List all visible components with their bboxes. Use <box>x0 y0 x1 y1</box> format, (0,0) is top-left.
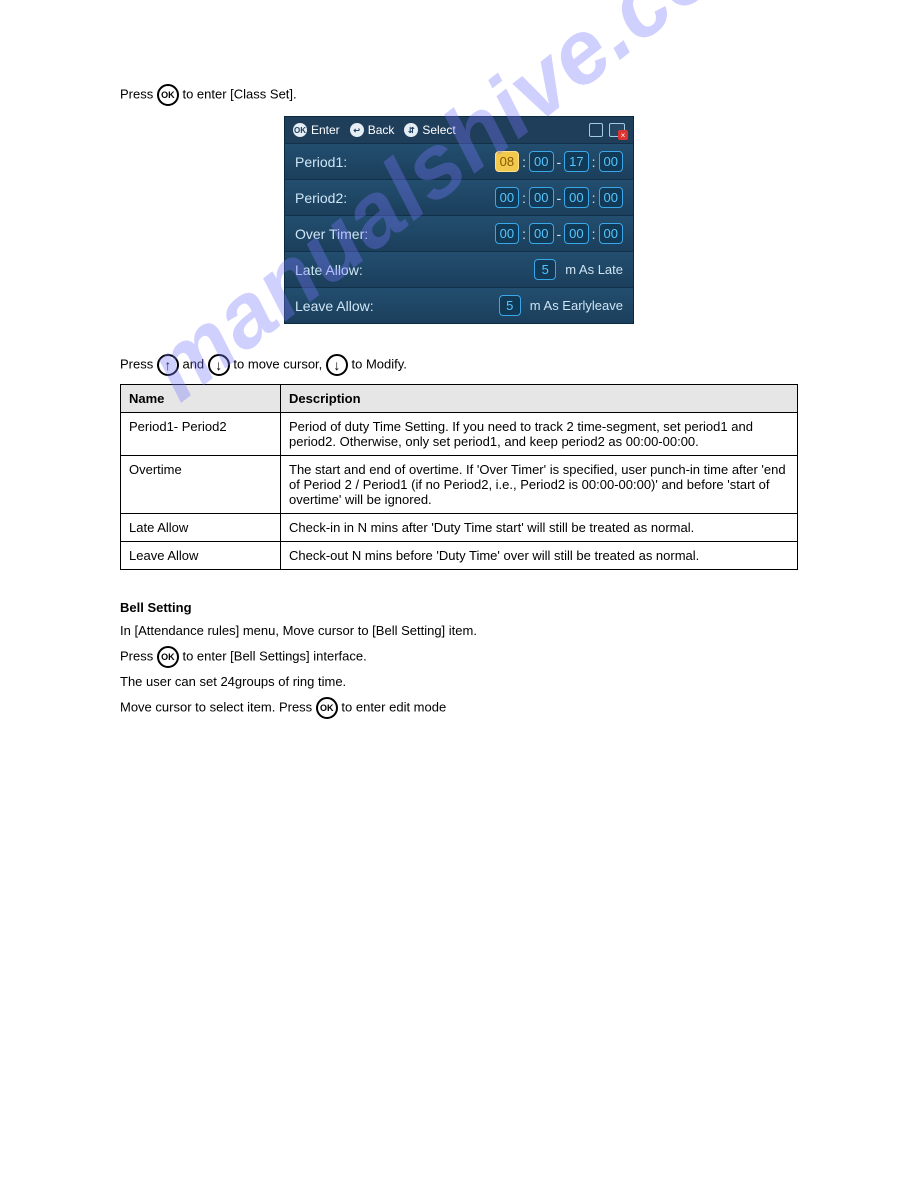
period2-start-hour[interactable]: 00 <box>495 187 519 208</box>
ok-icon: OK <box>316 697 338 719</box>
leave-allow-row: Leave Allow: 5 m As Earlyleave <box>285 288 633 323</box>
period2-end-min[interactable]: 00 <box>599 187 623 208</box>
bell-line-2: The user can set 24groups of ring time. <box>120 672 798 693</box>
cell-desc: The start and end of overtime. If 'Over … <box>281 456 798 514</box>
select-hint: ⇵ Select <box>404 123 455 137</box>
instr2-prefix: Press <box>120 356 157 371</box>
class-set-panel: OK Enter ↩ Back ⇵ Select Period1: 08 : 00 -… <box>284 116 634 324</box>
overtimer-label: Over Timer: <box>295 226 368 242</box>
period1-start-hour[interactable]: 08 <box>495 151 519 172</box>
late-allow-row: Late Allow: 5 m As Late <box>285 252 633 288</box>
ok-icon: OK <box>157 84 179 106</box>
leave-allow-value[interactable]: 5 <box>499 295 521 316</box>
late-allow-value[interactable]: 5 <box>534 259 556 280</box>
cell-name: Leave Allow <box>121 542 281 570</box>
leave-allow-suffix: m As Earlyleave <box>530 298 623 313</box>
bell-3-suffix: to enter edit mode <box>341 699 446 714</box>
period2-start-min[interactable]: 00 <box>529 187 553 208</box>
arrow-down-icon-2: ↓ <box>326 354 348 376</box>
period1-end-hour[interactable]: 17 <box>564 151 588 172</box>
arrow-up-icon: ↑ <box>157 354 179 376</box>
back-label: Back <box>368 123 395 137</box>
period2-label: Period2: <box>295 190 347 206</box>
table-row: Leave Allow Check-out N mins before 'Dut… <box>121 542 798 570</box>
cell-name: Overtime <box>121 456 281 514</box>
period1-label: Period1: <box>295 154 347 170</box>
table-row: Overtime The start and end of overtime. … <box>121 456 798 514</box>
cell-name: Late Allow <box>121 514 281 542</box>
sd-error-icon <box>609 123 625 137</box>
panel-header: OK Enter ↩ Back ⇵ Select <box>285 117 633 144</box>
cell-desc: Check-in in N mins after 'Duty Time star… <box>281 514 798 542</box>
select-label: Select <box>422 123 455 137</box>
instr2-mid1: and <box>182 356 207 371</box>
over-end-hour[interactable]: 00 <box>564 223 588 244</box>
bell-heading: Bell Setting <box>120 600 798 615</box>
settings-table: Name Description Period1- Period2 Period… <box>120 384 798 570</box>
intro-suffix: to enter [Class Set]. <box>182 86 296 101</box>
back-hint: ↩ Back <box>350 123 395 137</box>
th-name: Name <box>121 385 281 413</box>
cell-desc: Period of duty Time Setting. If you need… <box>281 413 798 456</box>
instr2-mid2: to move cursor, <box>233 356 325 371</box>
period1-row: Period1: 08 : 00 - 17 : 00 <box>285 144 633 180</box>
th-desc: Description <box>281 385 798 413</box>
cell-name: Period1- Period2 <box>121 413 281 456</box>
bell-line-3: Move cursor to select item. Press OK to … <box>120 697 798 719</box>
cell-desc: Check-out N mins before 'Duty Time' over… <box>281 542 798 570</box>
period1-start-min[interactable]: 00 <box>529 151 553 172</box>
late-allow-label: Late Allow: <box>295 262 363 278</box>
enter-hint: OK Enter <box>293 123 340 137</box>
instr2-suffix: to Modify. <box>352 356 407 371</box>
over-start-min[interactable]: 00 <box>529 223 553 244</box>
bell-1b-suffix: to enter [Bell Settings] interface. <box>182 648 366 663</box>
late-allow-suffix: m As Late <box>565 262 623 277</box>
leave-allow-label: Leave Allow: <box>295 298 374 314</box>
intro-prefix: Press <box>120 86 157 101</box>
enter-label: Enter <box>311 123 340 137</box>
period1-end-min[interactable]: 00 <box>599 151 623 172</box>
overtimer-row: Over Timer: 00 : 00 - 00 : 00 <box>285 216 633 252</box>
intro-line: Press OK to enter [Class Set]. <box>120 84 798 106</box>
bell-3-prefix: Move cursor to select item. Press <box>120 699 316 714</box>
over-end-min[interactable]: 00 <box>599 223 623 244</box>
sd-icon <box>589 123 603 137</box>
bell-line-1b: Press OK to enter [Bell Settings] interf… <box>120 646 798 668</box>
table-row: Period1- Period2 Period of duty Time Set… <box>121 413 798 456</box>
select-hint-icon: ⇵ <box>404 123 418 137</box>
ok-hint-icon: OK <box>293 123 307 137</box>
bell-1b-prefix: Press <box>120 648 157 663</box>
table-row: Late Allow Check-in in N mins after 'Dut… <box>121 514 798 542</box>
period2-end-hour[interactable]: 00 <box>564 187 588 208</box>
back-hint-icon: ↩ <box>350 123 364 137</box>
arrow-down-icon: ↓ <box>208 354 230 376</box>
ok-icon: OK <box>157 646 179 668</box>
over-start-hour[interactable]: 00 <box>495 223 519 244</box>
bell-line-1a: In [Attendance rules] menu, Move cursor … <box>120 621 798 642</box>
period2-row: Period2: 00 : 00 - 00 : 00 <box>285 180 633 216</box>
cursor-instruction: Press ↑ and ↓ to move cursor, ↓ to Modif… <box>120 354 798 376</box>
